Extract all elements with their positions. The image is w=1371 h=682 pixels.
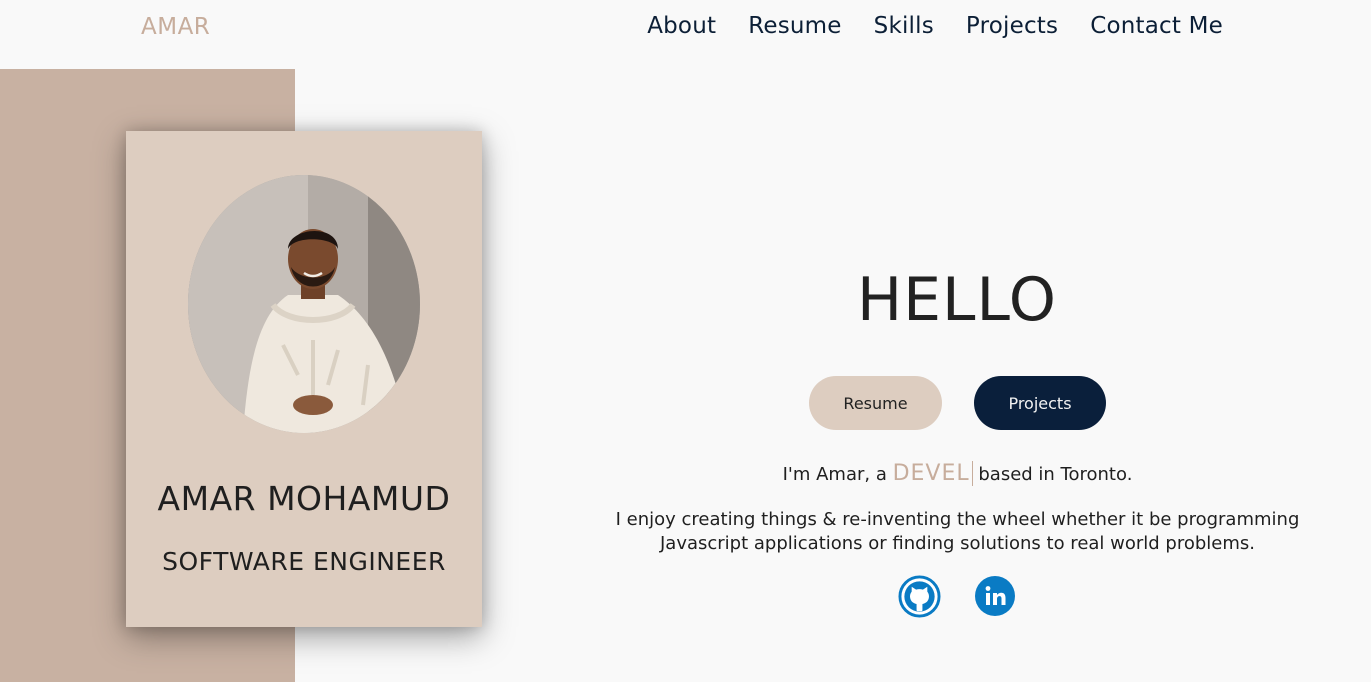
profile-card: AMAR MOHAMUD SOFTWARE ENGINEER [126, 131, 482, 627]
main-nav: About Resume Skills Projects Contact Me [647, 13, 1223, 39]
intro-suffix: based in Toronto. [978, 464, 1133, 485]
page: AMAR About Resume Skills Projects Contac… [0, 0, 1371, 682]
bio-line-2: Javascript applications or finding solut… [659, 533, 1256, 554]
profile-role: SOFTWARE ENGINEER [162, 547, 446, 576]
linkedin-link[interactable] [975, 576, 1015, 616]
nav-resume[interactable]: Resume [748, 13, 841, 39]
nav-skills[interactable]: Skills [874, 13, 934, 39]
bio-line-1: I enjoy creating things & re-inventing t… [615, 509, 1300, 530]
nav-about[interactable]: About [647, 13, 716, 39]
intro-prefix: I'm Amar, a [782, 464, 887, 485]
profile-photo [188, 175, 420, 433]
hero-greeting: HELLO [857, 265, 1057, 335]
projects-button[interactable]: Projects [974, 376, 1106, 430]
nav-projects[interactable]: Projects [966, 13, 1058, 39]
github-icon [898, 575, 941, 618]
resume-button[interactable]: Resume [809, 376, 942, 430]
site-logo[interactable]: AMAR [141, 14, 210, 40]
github-link[interactable] [898, 575, 941, 618]
nav-contact-me[interactable]: Contact Me [1090, 13, 1223, 39]
linkedin-icon [975, 576, 1015, 616]
intro-line: I'm Amar, a DEVEL based in Toronto. [560, 461, 1355, 486]
typed-role: DEVEL [892, 461, 973, 486]
profile-name: AMAR MOHAMUD [157, 479, 451, 518]
bio-text: I enjoy creating things & re-inventing t… [560, 508, 1355, 556]
